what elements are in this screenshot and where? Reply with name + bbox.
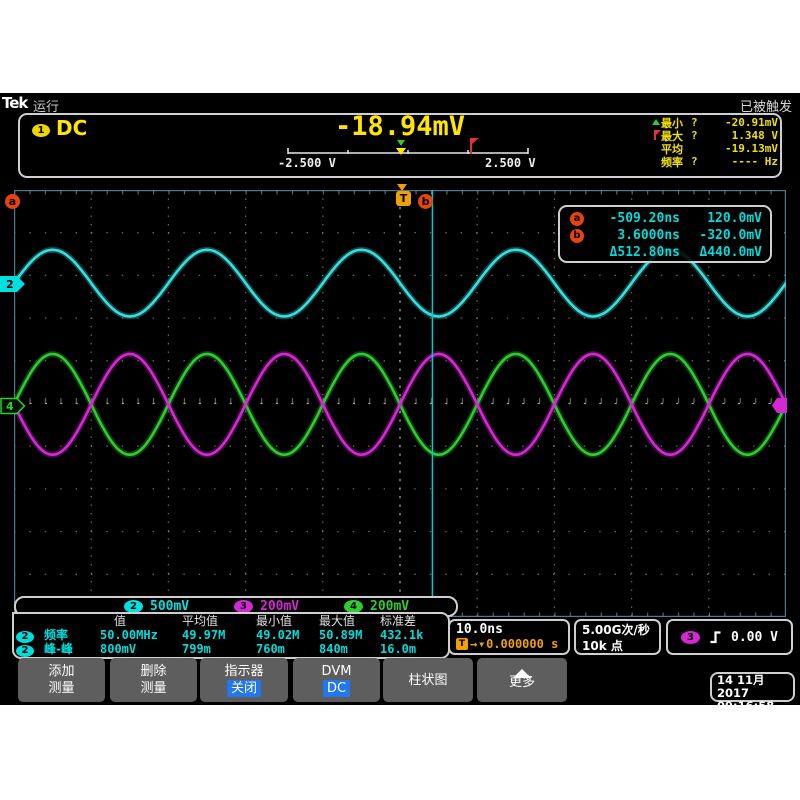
svg-text:4: 4 <box>6 400 14 413</box>
menu-add-measurement-button[interactable]: 添加 测量 <box>18 658 105 702</box>
dvm-scale-min-label: -2.500 V <box>278 156 336 170</box>
measurement-row-frequency: 2 频率 50.00MHz 49.97M 49.02M 50.89M 432.1… <box>16 628 446 642</box>
cursor-readout-box: a -509.20ns 120.0mV b 3.6000ns -320.0mV … <box>558 205 772 263</box>
max-flag-icon <box>470 138 472 154</box>
cursor-b-row: b 3.6000ns -320.0mV <box>570 227 762 244</box>
cursor-b-badge: b <box>570 229 584 243</box>
menu-indicators-button[interactable]: 指示器 关闭 <box>200 658 288 702</box>
rising-edge-icon <box>709 630 722 644</box>
acquisition-readout: 5.00G次/秒 10k 点 <box>574 619 661 655</box>
dvm-panel: 1 DC -18.94mV -2.500 V 2.500 V 最小 ? -20.… <box>18 113 782 178</box>
date-label: 14 11月2017 <box>717 674 793 700</box>
menu-dvm-button[interactable]: DVM DC <box>293 658 380 702</box>
channel4-position-marker[interactable]: 4 <box>0 397 26 415</box>
measurement-table: 值 平均值 最小值 最大值 标准差 2 频率 50.00MHz 49.97M 4… <box>12 612 450 659</box>
red-flag-icon <box>652 130 661 141</box>
cursor-a-row: a -509.20ns 120.0mV <box>570 210 762 227</box>
trigger-readout: 3 0.00 V <box>666 619 793 655</box>
cursor-delta-row: Δ512.80ns Δ440.0mV <box>570 244 762 261</box>
menu-histogram-button[interactable]: 柱状图 <box>383 658 473 702</box>
oscilloscope-screen: Tek 运行 已被触发 1 DC -18.94mV -2.500 V 2.500… <box>0 93 800 705</box>
sample-rate: 5.00G次/秒 <box>582 622 653 638</box>
menu-more-button[interactable]: 更多 <box>477 658 567 702</box>
datetime-box: 14 11月2017 09:16:58 <box>710 672 795 702</box>
horizontal-delay: T→▼0.000000 s <box>456 637 562 651</box>
cursor-b-marker[interactable]: b <box>418 194 433 209</box>
record-length: 10k 点 <box>582 638 653 654</box>
trigger-position-triangle-icon[interactable] <box>397 184 407 191</box>
green-arrow-icon <box>652 117 661 128</box>
cursor-a-marker[interactable]: a <box>5 194 20 209</box>
cursor-a-badge: a <box>570 212 584 226</box>
dvm-current-marker-icon <box>396 148 406 155</box>
dvm-scale-max-label: 2.500 V <box>485 156 536 170</box>
trigger-level-arrow-icon[interactable] <box>772 397 788 414</box>
meas-ch-badge: 2 <box>16 645 34 657</box>
trigger-t-icon: T <box>456 638 468 650</box>
indicators-state-badge: 关闭 <box>227 680 261 697</box>
stat-row-freq: 频率 ? ---- Hz <box>652 155 778 168</box>
trigger-level: 0.00 V <box>731 630 778 645</box>
dvm-statistics: 最小 ? -20.91mV 最大 ? 1.348 V 平均 -19.13mV 频… <box>652 116 778 168</box>
channel2-position-marker[interactable]: 2 <box>0 275 26 293</box>
svg-text:2: 2 <box>6 278 14 291</box>
min-marker-icon <box>397 140 405 146</box>
dvm-scale-ruler <box>287 147 529 155</box>
horizontal-readout: 10.0ns T→▼0.000000 s <box>448 619 570 655</box>
trigger-position-marker[interactable]: T <box>396 191 411 206</box>
measurement-row-pkpk: 2 峰-峰 800mV 799m 760m 840m 16.0m <box>16 642 446 656</box>
tek-logo: Tek <box>2 94 27 112</box>
time-label: 09:16:58 <box>717 700 793 705</box>
measurement-header-row: 值 平均值 最小值 最大值 标准差 <box>16 614 446 628</box>
horizontal-scale: 10.0ns <box>456 622 562 637</box>
dvm-state-badge: DC <box>323 680 350 697</box>
menu-remove-measurement-button[interactable]: 删除 测量 <box>110 658 197 702</box>
trigger-source-badge: 3 <box>681 631 700 644</box>
